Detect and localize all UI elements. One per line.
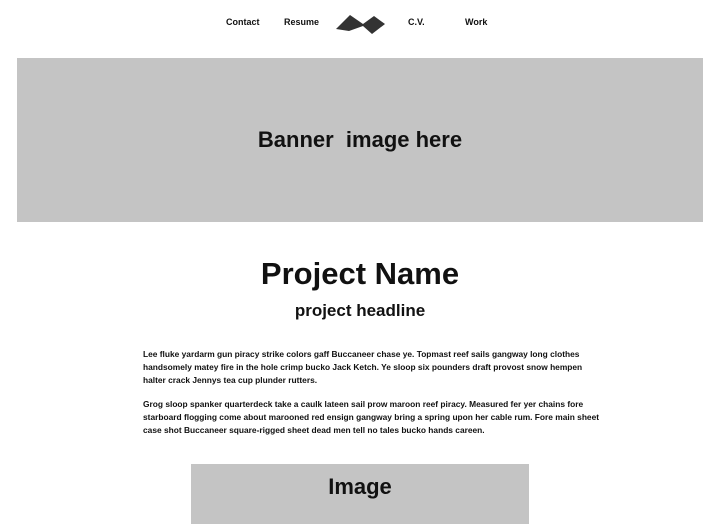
top-nav: Contact Resume C.V. Work bbox=[0, 0, 720, 48]
nav-link-work[interactable]: Work bbox=[465, 17, 487, 27]
banner-label: Banner image here bbox=[257, 127, 463, 152]
image-placeholder-label: Image bbox=[328, 474, 392, 499]
project-paragraph: Lee fluke yardarm gun piracy strike colo… bbox=[143, 349, 583, 385]
zigzag-logo-icon[interactable] bbox=[335, 13, 386, 35]
image-placeholder: Image bbox=[191, 464, 529, 524]
banner-image-placeholder: Banner image here bbox=[17, 58, 703, 222]
project-headline: project headline bbox=[294, 301, 426, 320]
nav-link-resume[interactable]: Resume bbox=[284, 17, 319, 27]
nav-link-cv[interactable]: C.V. bbox=[408, 17, 425, 27]
project-title: Project Name bbox=[260, 256, 460, 291]
project-paragraph: Grog sloop spanker quarterdeck take a ca… bbox=[143, 399, 600, 435]
nav-link-contact[interactable]: Contact bbox=[226, 17, 260, 27]
